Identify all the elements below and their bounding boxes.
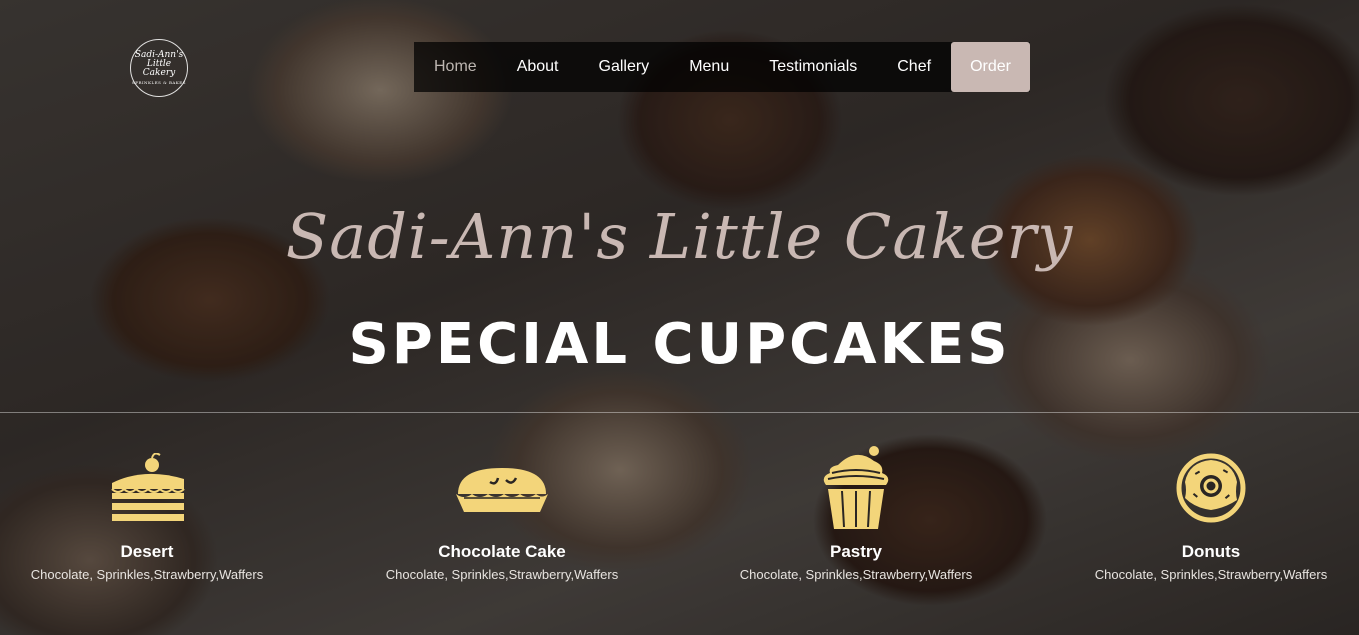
feature-name: Pastry <box>830 542 882 561</box>
feature-desc: Chocolate, Sprinkles,Strawberry,Waffers <box>30 567 264 582</box>
feature-desc: Chocolate, Sprinkles,Strawberry,Waffers <box>385 567 619 582</box>
nav-item-testimonials[interactable]: Testimonials <box>749 42 877 92</box>
logo-subtext: SPRINKLES & BAKES <box>132 80 186 85</box>
divider <box>0 412 1359 413</box>
feature-desc: Chocolate, Sprinkles,Strawberry,Waffers <box>739 567 973 582</box>
nav-item-gallery[interactable]: Gallery <box>579 42 670 92</box>
pie-icon <box>454 440 550 536</box>
feature-name: Chocolate Cake <box>438 542 566 561</box>
nav-item-home[interactable]: Home <box>414 42 497 92</box>
feature-pastry[interactable]: Pastry Chocolate, Sprinkles,Strawberry,W… <box>736 440 976 582</box>
feature-name: Donuts <box>1181 542 1241 561</box>
nav-item-menu[interactable]: Menu <box>669 42 749 92</box>
feature-desert[interactable]: Desert Chocolate, Sprinkles,Strawberry,W… <box>27 440 267 582</box>
order-button[interactable]: Order <box>951 42 1030 92</box>
hero-main-title: SPECIAL CUPCAKES <box>348 312 1011 377</box>
feature-donuts[interactable]: Donuts Chocolate, Sprinkles,Strawberry,W… <box>1091 440 1331 582</box>
nav-item-chef[interactable]: Chef <box>877 42 951 92</box>
hero-script-title: Sadi-Ann's Little Cakery <box>285 200 1074 273</box>
main-navigation: Home About Gallery Menu Testimonials Che… <box>414 42 1030 92</box>
logo[interactable]: Sadi-Ann's Little Cakery SPRINKLES & BAK… <box>130 39 188 97</box>
feature-chocolate-cake[interactable]: Chocolate Cake Chocolate, Sprinkles,Stra… <box>382 440 622 582</box>
nav-item-about[interactable]: About <box>497 42 579 92</box>
cake-slice-icon <box>99 440 195 536</box>
cupcake-icon <box>808 440 904 536</box>
feature-name: Desert <box>120 542 174 561</box>
donut-icon <box>1163 440 1259 536</box>
logo-text: Sadi-Ann's Little Cakery <box>134 50 184 78</box>
feature-desc: Chocolate, Sprinkles,Strawberry,Waffers <box>1094 567 1328 582</box>
